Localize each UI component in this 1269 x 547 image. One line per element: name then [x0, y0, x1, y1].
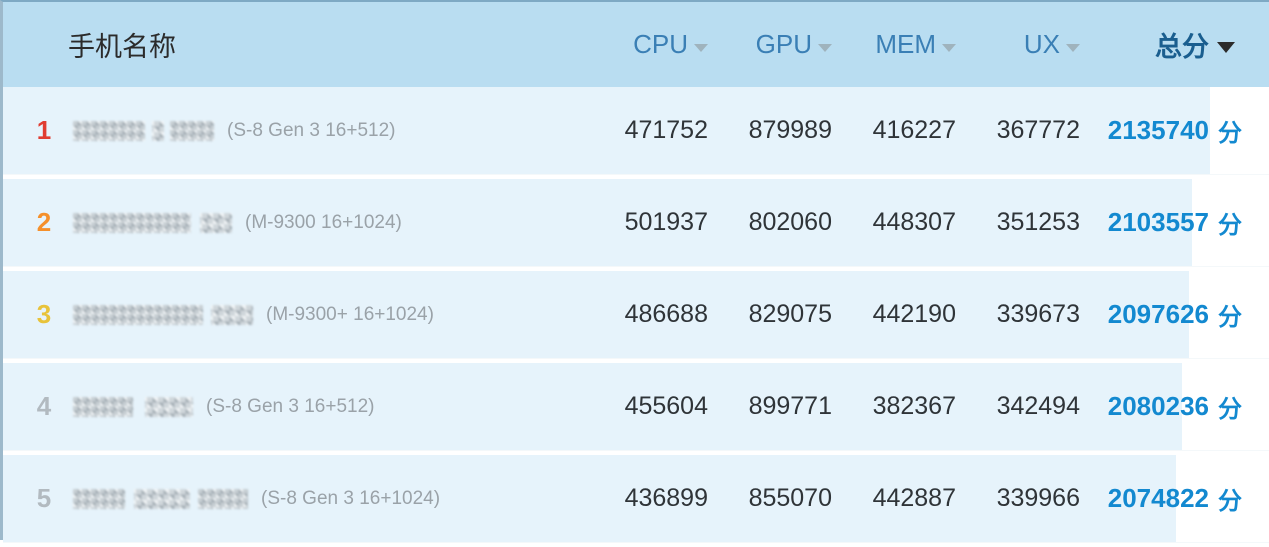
- table-row[interactable]: 5 (S-8 Gen 3 16+1024) 436899 855070 4428…: [3, 455, 1269, 547]
- row-divider: [3, 174, 1269, 175]
- total-score-value: 2080236: [1107, 391, 1209, 421]
- column-header-cpu[interactable]: CPU: [588, 29, 712, 60]
- table-row[interactable]: 2 (M-9300 16+1024) 501937 802060 448307 …: [3, 179, 1269, 271]
- score-unit: 分: [1218, 212, 1242, 239]
- table-row[interactable]: 3 (M-9300+ 16+1024) 486688 829075 442190…: [3, 271, 1269, 363]
- total-score-value: 2103557: [1107, 207, 1209, 237]
- table-row[interactable]: 4 (S-8 Gen 3 16+512) 455604 899771 38236…: [3, 363, 1269, 455]
- column-header-ux-label: UX: [1023, 29, 1060, 59]
- redaction-block: [73, 304, 203, 325]
- phone-name-redacted: [73, 396, 193, 417]
- table-header-row: 手机名称 CPU GPU MEM UX 总分: [3, 2, 1269, 87]
- phone-name-redacted: [73, 304, 253, 325]
- column-header-phone-name-label: 手机名称: [68, 32, 176, 62]
- cell-total-score: 2103557 分: [1084, 205, 1269, 240]
- cell-phone-name: 1 (S-8 Gen 3 16+512): [3, 115, 588, 146]
- chevron-down-icon: [818, 43, 832, 52]
- total-score-value: 2097626: [1107, 299, 1209, 329]
- redaction-block: [200, 212, 232, 233]
- column-header-total-score[interactable]: 总分: [1084, 25, 1269, 64]
- redaction-block: [170, 120, 214, 141]
- cell-gpu-score: 802060: [748, 208, 832, 236]
- column-header-cpu-label: CPU: [633, 29, 688, 59]
- phone-name-redacted: [73, 488, 248, 509]
- table-body: 1 (S-8 Gen 3 16+512) 471752 879989 41622…: [3, 87, 1269, 547]
- cell-mem-score: 442190: [872, 300, 956, 328]
- row-divider: [3, 358, 1269, 359]
- redaction-block: [73, 396, 133, 417]
- cell-gpu-score: 855070: [748, 484, 832, 512]
- rank-number: 4: [36, 391, 52, 421]
- column-header-total-score-label: 总分: [1155, 32, 1209, 62]
- rank-number: 3: [36, 299, 52, 329]
- cell-ux-score: 339673: [996, 300, 1080, 328]
- column-header-mem-label: MEM: [875, 29, 936, 59]
- cell-ux-score: 367772: [996, 116, 1080, 144]
- cell-mem-score: 442887: [872, 484, 956, 512]
- rank-number: 5: [36, 483, 52, 513]
- rank-number: 2: [36, 207, 52, 237]
- redaction-block: [152, 120, 164, 141]
- row-divider: [3, 450, 1269, 451]
- redaction-block: [73, 488, 125, 509]
- cell-phone-name: 5 (S-8 Gen 3 16+1024): [3, 483, 588, 514]
- ranking-table: 手机名称 CPU GPU MEM UX 总分 1 (S-8 Gen 3 16+5…: [0, 0, 1269, 547]
- cell-gpu-score: 899771: [748, 392, 832, 420]
- cell-cpu-score: 455604: [624, 392, 708, 420]
- cell-cpu-score: 486688: [624, 300, 708, 328]
- column-header-mem[interactable]: MEM: [836, 29, 960, 60]
- cell-cpu-score: 501937: [624, 208, 708, 236]
- cell-total-score: 2080236 分: [1084, 389, 1269, 424]
- cell-ux-score: 342494: [996, 392, 1080, 420]
- phone-spec: (M-9300+ 16+1024): [266, 303, 434, 325]
- column-header-ux[interactable]: UX: [960, 29, 1084, 60]
- column-header-phone-name: 手机名称: [3, 25, 588, 64]
- redaction-block: [134, 488, 190, 509]
- table-row[interactable]: 1 (S-8 Gen 3 16+512) 471752 879989 41622…: [3, 87, 1269, 179]
- phone-spec: (S-8 Gen 3 16+512): [227, 119, 396, 141]
- score-unit: 分: [1218, 488, 1242, 515]
- cell-cpu-score: 471752: [624, 116, 708, 144]
- cell-ux-score: 351253: [996, 208, 1080, 236]
- redaction-block: [211, 304, 253, 325]
- cell-total-score: 2097626 分: [1084, 297, 1269, 332]
- cell-mem-score: 382367: [872, 392, 956, 420]
- column-header-gpu-label: GPU: [755, 29, 812, 59]
- row-divider: [3, 542, 1269, 543]
- cell-phone-name: 4 (S-8 Gen 3 16+512): [3, 391, 588, 422]
- chevron-down-icon: [1066, 43, 1080, 52]
- cell-cpu-score: 436899: [624, 484, 708, 512]
- score-unit: 分: [1218, 120, 1242, 147]
- total-score-value: 2074822: [1107, 483, 1209, 513]
- cell-ux-score: 339966: [996, 484, 1080, 512]
- redaction-block: [73, 212, 191, 233]
- cell-total-score: 2074822 分: [1084, 481, 1269, 516]
- chevron-down-icon: [1217, 42, 1235, 53]
- phone-spec: (S-8 Gen 3 16+1024): [261, 487, 441, 509]
- redaction-block: [145, 396, 193, 417]
- chevron-down-icon: [694, 43, 708, 52]
- phone-spec: (S-8 Gen 3 16+512): [206, 395, 375, 417]
- cell-mem-score: 448307: [872, 208, 956, 236]
- chevron-down-icon: [942, 43, 956, 52]
- cell-total-score: 2135740 分: [1084, 113, 1269, 148]
- cell-phone-name: 3 (M-9300+ 16+1024): [3, 299, 588, 330]
- phone-name-redacted: [73, 120, 214, 141]
- phone-spec: (M-9300 16+1024): [245, 211, 402, 233]
- rank-number: 1: [36, 115, 52, 145]
- column-header-gpu[interactable]: GPU: [712, 29, 836, 60]
- score-unit: 分: [1218, 396, 1242, 423]
- redaction-block: [198, 488, 248, 509]
- score-unit: 分: [1218, 304, 1242, 331]
- cell-mem-score: 416227: [872, 116, 956, 144]
- row-divider: [3, 266, 1269, 267]
- total-score-value: 2135740: [1107, 115, 1209, 145]
- redaction-block: [73, 120, 145, 141]
- phone-name-redacted: [73, 212, 232, 233]
- cell-phone-name: 2 (M-9300 16+1024): [3, 207, 588, 238]
- cell-gpu-score: 829075: [748, 300, 832, 328]
- cell-gpu-score: 879989: [748, 116, 832, 144]
